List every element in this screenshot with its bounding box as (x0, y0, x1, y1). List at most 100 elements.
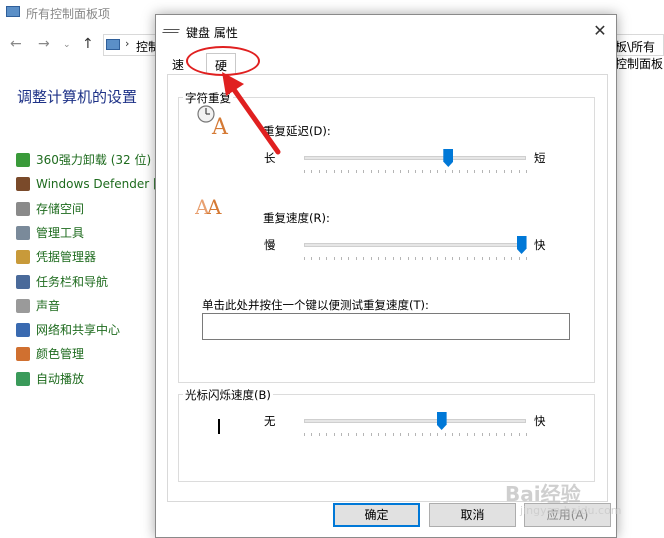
slider-tick (511, 257, 513, 260)
control-panel-item-label: Windows Defender 防 (36, 177, 165, 192)
slider-tick (526, 257, 527, 260)
slider-tick (489, 257, 490, 260)
slider-tick (341, 257, 342, 260)
slider-tick (422, 170, 424, 173)
slider-tick (370, 257, 372, 260)
slider-tick (429, 257, 431, 260)
control-panel-item-label: 声音 (36, 298, 61, 313)
slider-tick (444, 433, 446, 436)
repeat-delay-ticks (304, 170, 527, 174)
slider-tick (385, 433, 387, 436)
slider-tick (481, 257, 483, 260)
slider-tick (444, 170, 446, 173)
slider-tick (415, 170, 416, 173)
slider-tick (496, 170, 498, 173)
recent-chevron-down-icon[interactable]: ⌄ (63, 40, 71, 50)
forward-arrow-icon[interactable]: → (38, 36, 50, 52)
control-panel-icon (6, 6, 20, 17)
control-panel-item-icon (16, 177, 30, 192)
slider-tick (526, 433, 527, 436)
slider-tick (429, 170, 431, 173)
slider-tick (503, 433, 505, 436)
baidu-watermark: Bai经验 (505, 482, 581, 506)
ok-button[interactable]: 确定 (333, 503, 420, 527)
slider-tick (489, 170, 490, 173)
slider-tick (355, 433, 357, 436)
slider-tick (503, 257, 505, 260)
slider-tick (392, 433, 394, 436)
control-panel-item-icon (16, 250, 30, 265)
slider-tick (496, 433, 498, 436)
back-arrow-icon[interactable]: ← (10, 36, 22, 52)
slider-tick (378, 257, 379, 260)
slider-tick (333, 170, 335, 173)
slider-tick (459, 433, 461, 436)
keyboard-icon (162, 29, 180, 33)
slider-tick (474, 257, 476, 260)
control-panel-item-icon (16, 323, 30, 338)
cursor-blink-ticks (304, 433, 527, 437)
control-panel-item-label: 颜色管理 (36, 347, 85, 362)
slider-tick (437, 170, 439, 173)
control-panel-item-icon (16, 347, 30, 362)
cursor-blink-max-label: 快 (534, 414, 546, 428)
repeat-test-input[interactable] (202, 313, 570, 340)
slider-tick (459, 257, 461, 260)
dialog-titlebar[interactable]: 键盘 属性 ✕ (156, 15, 616, 47)
slider-tick (511, 170, 513, 173)
cursor-blink-track[interactable] (304, 419, 526, 423)
slider-tick (378, 433, 379, 436)
slider-tick (400, 170, 402, 173)
repeat-rate-label: 重复速度(R): (263, 211, 330, 225)
control-panel-item-icon (16, 371, 30, 386)
slider-tick (355, 170, 357, 173)
slider-tick (363, 257, 365, 260)
slider-tick (452, 433, 453, 436)
control-panel-item-icon (16, 225, 30, 240)
control-panel-item-label: 自动播放 (36, 371, 85, 386)
cursor-blink-slider-thumb[interactable] (436, 412, 447, 430)
slider-tick (466, 257, 468, 260)
slider-tick (518, 257, 520, 260)
cursor-blink-min-label: 无 (264, 414, 276, 428)
repeat-delay-slider-thumb[interactable] (443, 149, 454, 167)
cursor-preview (218, 419, 220, 434)
control-panel-item-label: 网络和共享中心 (36, 323, 121, 338)
slider-tick (385, 257, 387, 260)
slider-tick (415, 257, 416, 260)
slider-tick (422, 433, 424, 436)
slider-tick (466, 433, 468, 436)
up-arrow-icon[interactable]: ↑ (82, 36, 94, 52)
slider-tick (392, 170, 394, 173)
address-path-right[interactable]: 板\所有控制面板 (615, 38, 664, 72)
repeat-rate-track[interactable] (304, 243, 526, 247)
slider-tick (370, 170, 372, 173)
cancel-button[interactable]: 取消 (429, 503, 516, 527)
slider-tick (466, 170, 468, 173)
slider-tick (363, 170, 365, 173)
repeat-delay-max-label: 短 (534, 151, 546, 165)
slider-tick (444, 257, 446, 260)
control-panel-item-label: 凭据管理器 (36, 250, 97, 265)
repeat-rate-slider-thumb[interactable] (516, 236, 527, 254)
slider-tick (518, 433, 520, 436)
slider-tick (400, 257, 402, 260)
slider-tick (311, 433, 313, 436)
repeat-delay-track[interactable] (304, 156, 526, 160)
slider-tick (452, 170, 453, 173)
slider-tick (341, 170, 342, 173)
repeat-rate-min-label: 慢 (264, 238, 276, 252)
control-panel-item-icon (16, 201, 30, 216)
repeat-rate-icon: A A (195, 195, 222, 217)
baidu-watermark-url: jingyan.baidu.com (520, 504, 622, 517)
slider-tick (407, 433, 409, 436)
page-heading: 调整计算机的设置 (17, 88, 138, 106)
svg-text:A: A (206, 195, 222, 217)
slider-tick (341, 433, 342, 436)
close-icon[interactable]: ✕ (588, 19, 612, 43)
slider-tick (392, 257, 394, 260)
slider-tick (333, 257, 335, 260)
address-folder-icon (106, 39, 120, 50)
control-panel-item-label: 任务栏和导航 (36, 274, 109, 289)
slider-tick (304, 257, 305, 260)
